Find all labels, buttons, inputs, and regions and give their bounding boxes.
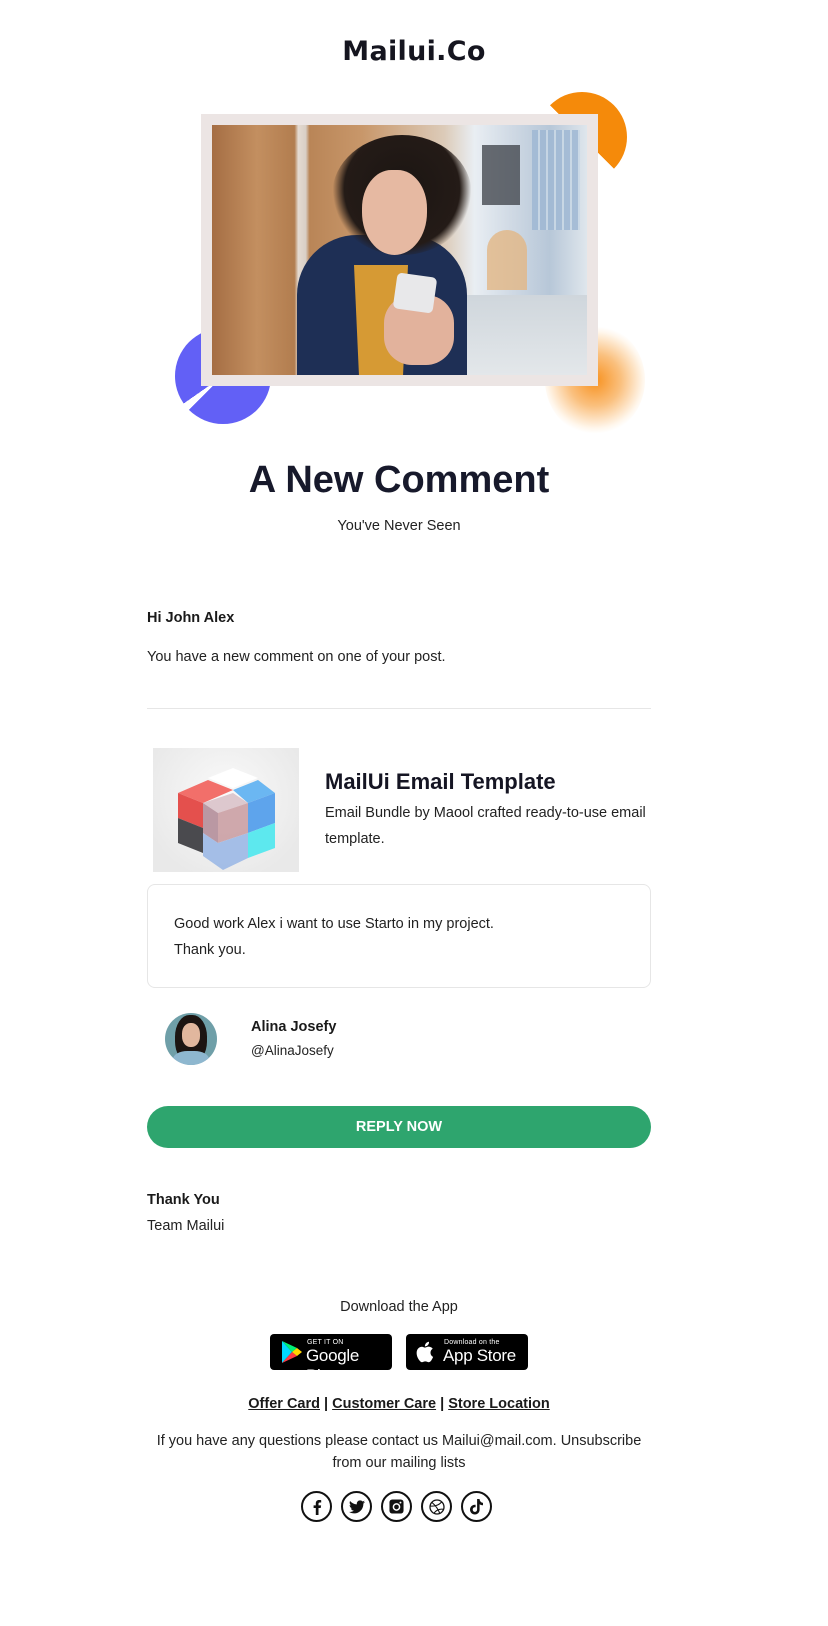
google-play-icon [282, 1341, 302, 1363]
download-app-label: Download the App [340, 1299, 458, 1315]
page-title: A New Comment [248, 459, 550, 501]
author-handle: @AlinaJosefy [251, 1043, 334, 1058]
intro-text: You have a new comment on one of your po… [147, 649, 446, 665]
dribbble-icon [428, 1498, 445, 1515]
brand-logo[interactable]: Mailui.Co [0, 36, 828, 67]
facebook-icon [313, 1499, 321, 1515]
app-store-small-text: Download on the [444, 1339, 500, 1346]
social-links [301, 1491, 492, 1522]
app-store-big-text: App Store [443, 1346, 516, 1365]
comment-body: Good work Alex i want to use Starto in m… [174, 911, 494, 963]
footer-contact-text: If you have any questions please contact… [156, 1433, 642, 1471]
facebook-link[interactable] [301, 1491, 332, 1522]
footer-links: Offer Card | Customer Care | Store Locat… [0, 1396, 798, 1412]
product-description: Email Bundle by Maool crafted ready-to-u… [325, 805, 646, 847]
photo-window [532, 130, 580, 230]
avatar-face [182, 1023, 200, 1047]
product-title[interactable]: MailUi Email Template [325, 769, 556, 795]
comment-line: Good work Alex i want to use Starto in m… [174, 916, 494, 932]
tiktok-icon [469, 1498, 483, 1514]
instagram-icon [389, 1499, 404, 1514]
comment-card: Good work Alex i want to use Starto in m… [147, 884, 651, 988]
link-separator: | [324, 1396, 329, 1412]
signoff-thanks: Thank You [147, 1192, 220, 1208]
reply-now-button[interactable]: REPLY NOW [147, 1106, 651, 1148]
hero-image-frame [201, 114, 598, 386]
hero-image [212, 125, 587, 375]
google-play-big-text: Google Play [306, 1346, 360, 1385]
photo-phone [392, 272, 438, 314]
app-store-button[interactable]: Download on the App Store [406, 1334, 528, 1370]
instagram-link[interactable] [381, 1491, 412, 1522]
comment-line: Thank you. [174, 942, 246, 958]
signoff-team: Team Mailui [147, 1218, 225, 1234]
offer-card-link[interactable]: Offer Card [248, 1396, 320, 1412]
apple-icon [416, 1341, 434, 1363]
photo-arch [487, 230, 527, 290]
tiktok-link[interactable] [461, 1491, 492, 1522]
google-play-small-text: GET IT ON [307, 1339, 344, 1346]
product-image[interactable] [153, 748, 299, 872]
page-subtitle: You've Never Seen [337, 518, 461, 534]
divider [147, 708, 651, 709]
photo-person-face [362, 170, 427, 255]
greeting: Hi John Alex [147, 610, 235, 626]
twitter-icon [348, 1499, 365, 1513]
photo-floor [462, 295, 587, 375]
link-separator: | [440, 1396, 445, 1412]
store-location-link[interactable]: Store Location [448, 1396, 550, 1412]
dribbble-link[interactable] [421, 1491, 452, 1522]
avatar-shirt [173, 1051, 209, 1065]
author-name: Alina Josefy [251, 1019, 337, 1035]
twitter-link[interactable] [341, 1491, 372, 1522]
cube-illustration [178, 768, 275, 870]
photo-door [482, 145, 520, 205]
hero-section [160, 80, 660, 450]
customer-care-link[interactable]: Customer Care [332, 1396, 436, 1412]
avatar [165, 1013, 217, 1065]
google-play-button[interactable]: GET IT ON Google Play [270, 1334, 392, 1385]
